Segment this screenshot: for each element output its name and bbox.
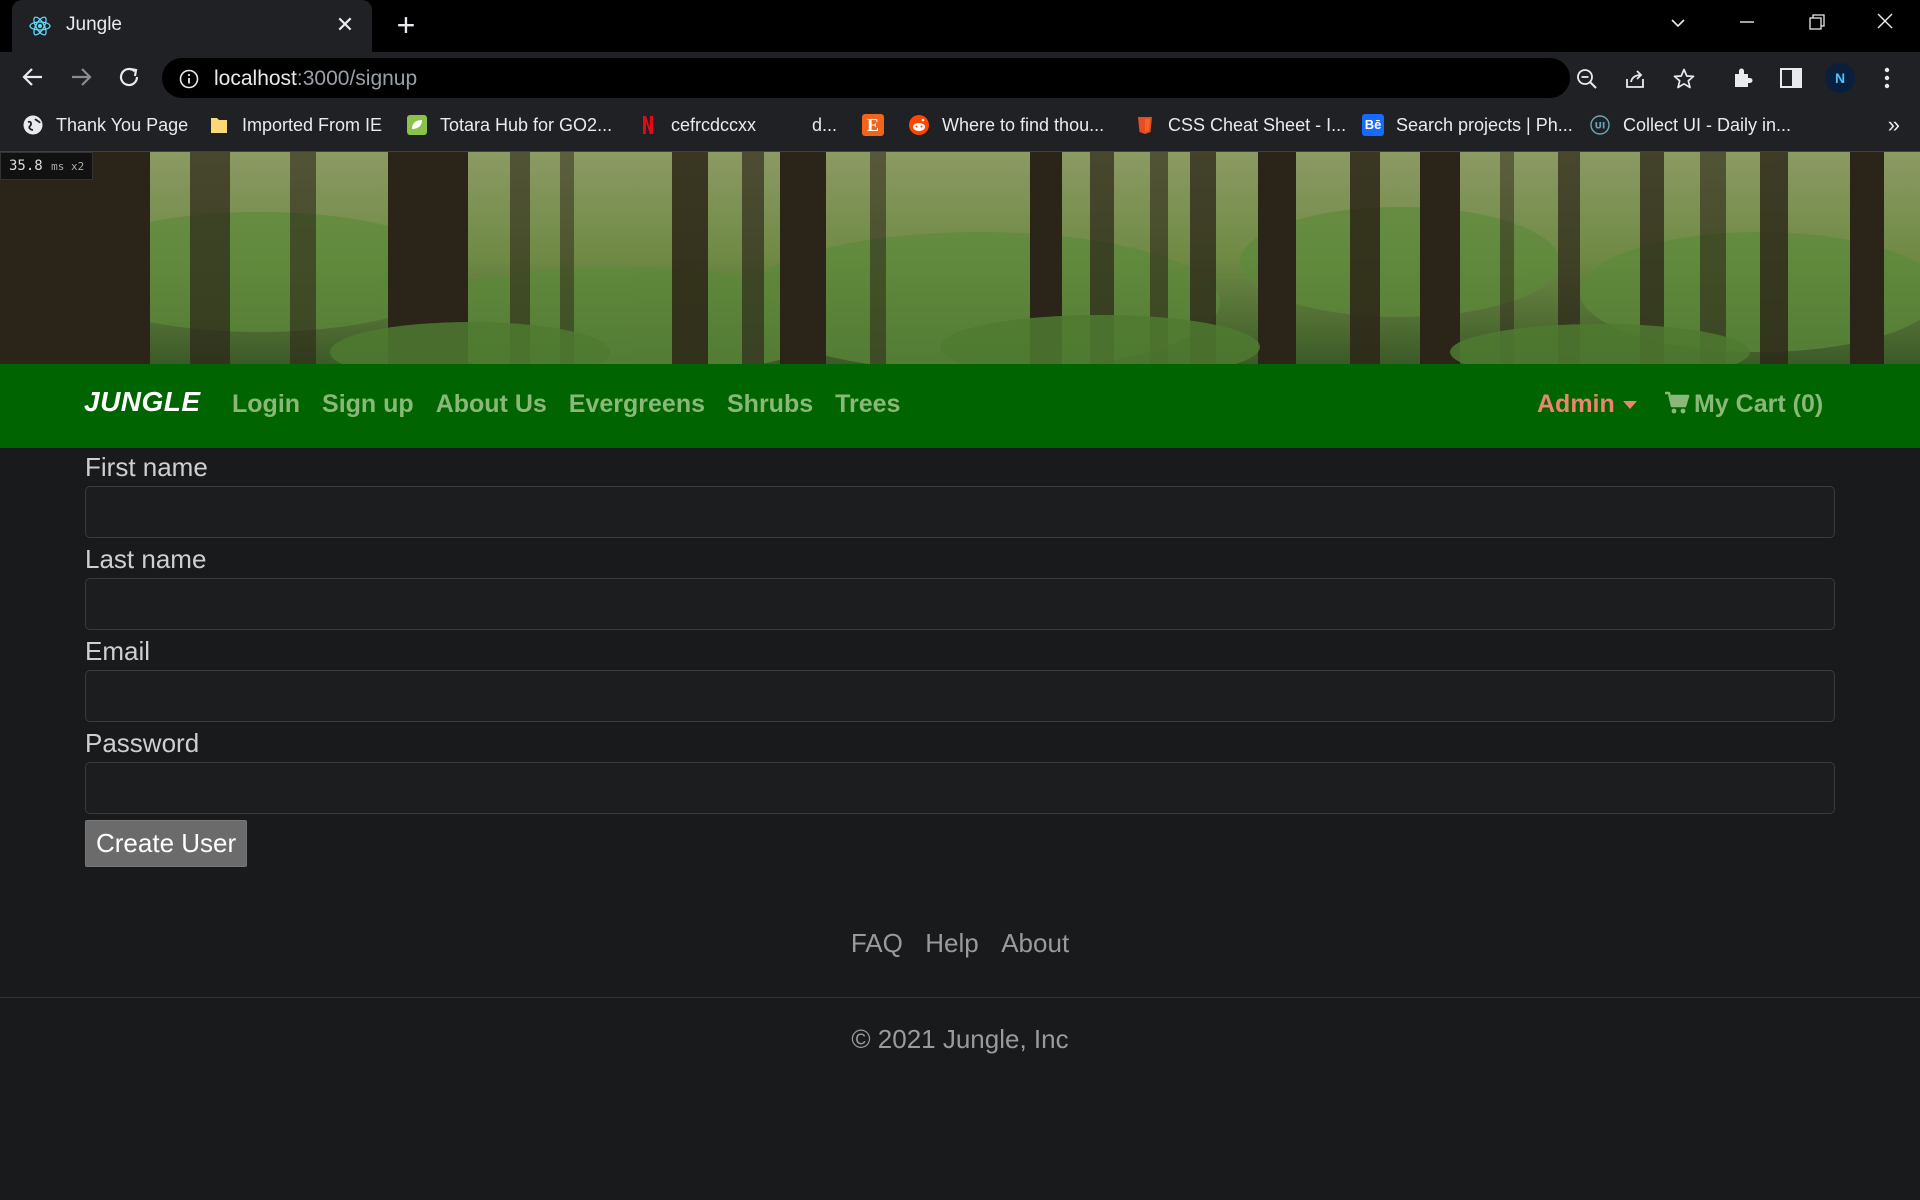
- forward-icon[interactable]: [65, 61, 97, 93]
- signup-form: First name Last name Email Password Crea…: [85, 452, 1835, 867]
- profile-avatar[interactable]: N: [1825, 63, 1855, 93]
- perf-value: 35.8: [9, 158, 43, 174]
- share-icon[interactable]: [1623, 67, 1647, 91]
- folder-icon: [211, 118, 227, 134]
- footer-faq-link[interactable]: FAQ: [851, 928, 903, 959]
- bookmark-label: CSS Cheat Sheet - I...: [1168, 114, 1347, 135]
- info-icon[interactable]: [178, 68, 200, 90]
- nav-about-us[interactable]: About Us: [436, 390, 547, 419]
- nav-links: Login Sign up About Us Evergreens Shrubs…: [232, 390, 900, 419]
- blank-icon: [778, 114, 800, 136]
- tab-search-icon[interactable]: [1654, 8, 1702, 40]
- brand-logo[interactable]: JUNGLE: [84, 386, 201, 418]
- tab-close-icon[interactable]: ✕: [332, 12, 358, 38]
- bookmark-css-cheat-sheet[interactable]: CSS Cheat Sheet - I...: [1134, 114, 1346, 140]
- zoom-out-icon[interactable]: [1575, 67, 1599, 91]
- forest-banner-image: [0, 152, 1920, 364]
- nav-shrubs[interactable]: Shrubs: [727, 390, 813, 419]
- email-field[interactable]: [85, 670, 1835, 722]
- bookmark-reddit[interactable]: Where to find thou...: [908, 114, 1104, 140]
- bookmarks-more-icon[interactable]: »: [1888, 112, 1900, 138]
- footer-divider: [0, 997, 1920, 998]
- tab-strip: Jungle ✕ +: [0, 0, 1920, 52]
- extensions-icon[interactable]: [1730, 65, 1756, 91]
- last-name-field[interactable]: [85, 578, 1835, 630]
- etsy-icon: E: [862, 114, 884, 137]
- admin-dropdown[interactable]: Admin: [1537, 390, 1637, 419]
- bookmark-behance[interactable]: Bē Search projects | Ph...: [1362, 114, 1573, 140]
- tab-jungle[interactable]: Jungle ✕: [12, 0, 372, 52]
- caret-down-icon: [1622, 401, 1637, 410]
- nav-sign-up[interactable]: Sign up: [322, 390, 414, 419]
- nav-trees[interactable]: Trees: [835, 390, 900, 419]
- admin-label: Admin: [1537, 390, 1615, 418]
- reddit-icon: [909, 115, 929, 136]
- footer-help-link[interactable]: Help: [925, 928, 978, 959]
- bookmark-label: Totara Hub for GO2...: [440, 114, 613, 135]
- bookmark-label: Collect UI - Daily in...: [1623, 114, 1792, 135]
- css-icon: [1138, 117, 1152, 135]
- cart-label: My Cart (0): [1694, 390, 1824, 418]
- leaf-icon: [407, 115, 427, 136]
- minimize-icon[interactable]: [1723, 8, 1771, 40]
- site-navbar: JUNGLE Login Sign up About Us Evergreens…: [0, 364, 1920, 448]
- bookmark-imported-from-ie[interactable]: Imported From IE: [208, 114, 382, 140]
- react-icon: [29, 16, 51, 36]
- email-label: Email: [85, 636, 151, 666]
- close-window-icon[interactable]: [1861, 8, 1909, 40]
- footer-about-link[interactable]: About: [1001, 928, 1069, 959]
- browser-window: Jungle ✕ + localhost:3000/signup N Thank…: [0, 0, 1920, 1200]
- bookmarks-bar: Thank You Page Imported From IE Totara H…: [0, 102, 1920, 152]
- behance-icon: Bē: [1362, 114, 1384, 137]
- bookmark-label: Where to find thou...: [942, 114, 1105, 135]
- tab-title: Jungle: [66, 14, 122, 35]
- copyright-text: © 2021 Jungle, Inc: [851, 1024, 1069, 1054]
- bookmark-label: Imported From IE: [242, 114, 383, 135]
- perf-overlay: 35.8 ms x2: [0, 152, 94, 180]
- first-name-field[interactable]: [85, 486, 1835, 538]
- bookmark-label: Thank You Page: [56, 114, 189, 135]
- first-name-label: First name: [85, 452, 208, 482]
- last-name-label: Last name: [85, 544, 207, 574]
- collectui-icon: UI: [1590, 115, 1610, 135]
- svg-text:UI: UI: [1595, 122, 1606, 132]
- bookmark-netflix[interactable]: cefrcdccxx: [637, 114, 756, 140]
- netflix-icon: [643, 116, 653, 135]
- url-text: localhost:3000/signup: [214, 67, 417, 91]
- bookmark-collect-ui[interactable]: UI Collect UI - Daily in...: [1589, 114, 1791, 140]
- bookmark-star-icon[interactable]: [1672, 67, 1696, 91]
- footer-links: FAQ Help About: [0, 928, 1920, 959]
- address-bar[interactable]: localhost:3000/signup: [162, 58, 1695, 98]
- bookmark-label: d...: [812, 114, 838, 135]
- side-panel-icon[interactable]: [1778, 65, 1804, 91]
- password-field[interactable]: [85, 762, 1835, 814]
- restore-icon[interactable]: [1792, 8, 1840, 40]
- bookmark-totara-hub[interactable]: Totara Hub for GO2...: [406, 114, 612, 140]
- perf-unit: ms x2: [51, 160, 85, 173]
- reload-icon[interactable]: [113, 61, 145, 93]
- my-cart-link[interactable]: My Cart (0): [1664, 390, 1823, 419]
- create-user-button[interactable]: Create User: [85, 820, 248, 867]
- bookmark-label: Search projects | Ph...: [1396, 114, 1573, 135]
- nav-login[interactable]: Login: [232, 390, 300, 419]
- password-label: Password: [85, 728, 200, 758]
- bookmark-thank-you-page[interactable]: Thank You Page: [22, 114, 188, 140]
- bookmark-d[interactable]: d...: [778, 114, 837, 140]
- nav-evergreens[interactable]: Evergreens: [569, 390, 705, 419]
- globe-icon: [23, 115, 43, 135]
- bookmark-label: cefrcdccxx: [671, 114, 757, 135]
- menu-kebab-icon[interactable]: [1874, 65, 1900, 91]
- page-viewport: 35.8 ms x2 JUNGLE Login Sign up About Us…: [0, 152, 1920, 1200]
- bookmark-etsy[interactable]: E: [862, 114, 896, 140]
- shopping-cart-icon: [1665, 391, 1690, 414]
- browser-toolbar: localhost:3000/signup N: [0, 52, 1920, 102]
- new-tab-icon[interactable]: +: [390, 9, 422, 42]
- back-icon[interactable]: [17, 61, 49, 93]
- url-path: :3000/signup: [296, 67, 418, 90]
- url-host: localhost: [214, 67, 297, 90]
